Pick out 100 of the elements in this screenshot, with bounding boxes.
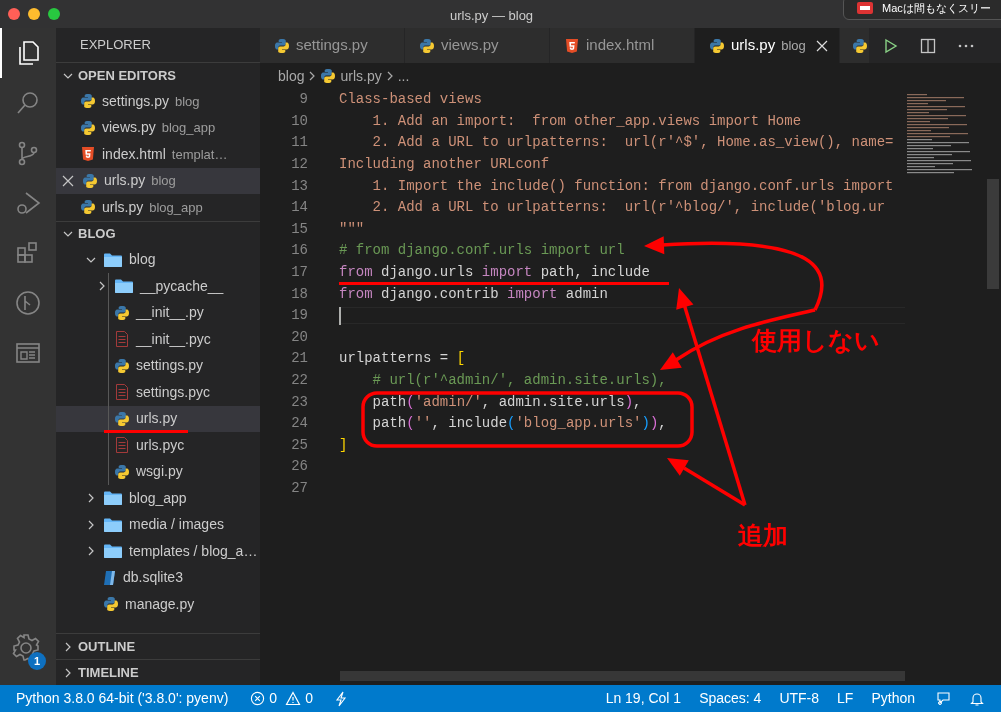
tab-label: views.py (441, 35, 499, 56)
line-number: 11 (290, 133, 308, 153)
tree-item[interactable]: db.sqlite3 (56, 564, 260, 591)
file-name: __pycache__ (140, 276, 224, 296)
code-line: 2. Add a URL to urlpatterns: url(r'^blog/', include('blog.ur (371, 199, 886, 217)
file-name: settings.pyc (136, 382, 210, 402)
lightning-icon[interactable] (334, 690, 347, 707)
python-file-icon (274, 37, 290, 54)
line-number: 16 (290, 241, 308, 261)
folder-icon (114, 278, 134, 295)
run-icon[interactable] (882, 37, 898, 54)
open-editor-item[interactable]: urls.py blog (56, 167, 260, 194)
python-file-icon (103, 596, 119, 613)
line-number: 24 (290, 414, 308, 434)
file-path-hint: templat… (171, 145, 228, 164)
code-line: 1. Import the include() function: from django.conf.urls import (371, 177, 894, 195)
cursor-position[interactable]: Ln 19, Col 1 (605, 688, 682, 709)
tree-item[interactable]: wsgi.py (56, 458, 260, 485)
breadcrumb-item[interactable]: ... (397, 65, 410, 87)
annotation-label: 追加 (738, 520, 788, 552)
line-number: 22 (290, 371, 308, 390)
python-file-icon (114, 410, 130, 427)
text-cursor (339, 306, 341, 325)
indentation-setting[interactable]: Spaces: 4 (699, 688, 762, 709)
database-file-icon (103, 569, 117, 586)
line-number: 20 (290, 327, 308, 347)
file-name: templates / blog_a… (129, 541, 258, 561)
open-editor-item[interactable]: urls.py blog_app (56, 194, 260, 221)
tab-label: urls.py (731, 35, 776, 56)
line-ending-setting[interactable]: LF (837, 688, 854, 709)
settings-icon[interactable] (10, 632, 42, 664)
open-editor-item[interactable]: views.py blog_app (56, 114, 260, 141)
file-name: __init__.pyc (136, 329, 211, 349)
tree-item[interactable]: urls.py (56, 405, 260, 432)
html-file-icon (80, 146, 96, 163)
file-path-hint: blog (151, 172, 176, 190)
chevron-right-icon (385, 70, 394, 82)
file-name: blog_app (129, 488, 187, 508)
python-interpreter[interactable]: Python 3.8.0 64-bit ('3.8.0': pyenv) (16, 688, 229, 709)
editor-tab[interactable]: settings.py (260, 28, 405, 63)
code-line: """ (339, 220, 365, 238)
file-name: urls.py (104, 171, 146, 191)
html-file-icon (564, 37, 580, 54)
scrollbar-thumb[interactable] (987, 179, 999, 289)
tree-item[interactable]: settings.py (56, 352, 260, 379)
tree-item[interactable]: __init__.py (56, 299, 260, 326)
python-file-icon (320, 68, 337, 84)
minimize-window-button[interactable] (28, 8, 40, 20)
editor-tab[interactable] (840, 28, 870, 63)
code-line: 1. Add an import: from other_app.views import Home (371, 112, 802, 130)
code-line: path('', include('blog_app.urls')), (371, 415, 667, 433)
tree-item[interactable]: blog (56, 246, 260, 273)
tree-item[interactable]: __init__.pyc (56, 326, 260, 353)
chevron-right-icon (308, 70, 317, 82)
line-number: 17 (290, 263, 308, 283)
error-icon (250, 691, 266, 706)
tree-item[interactable]: blog_app (56, 485, 260, 512)
section-label: OPEN EDITORS (78, 66, 176, 85)
code-line: Class-based views (339, 91, 482, 109)
tree-item[interactable]: __pycache__ (56, 273, 260, 300)
binary-file-icon (114, 436, 130, 455)
close-window-button[interactable] (8, 8, 20, 20)
tree-item[interactable]: urls.pyc (56, 432, 260, 459)
breadcrumb-item[interactable]: urls.py (340, 65, 382, 87)
tree-item[interactable]: settings.pyc (56, 379, 260, 406)
battery-alert-icon (856, 1, 874, 15)
line-number: 26 (290, 457, 308, 477)
tree-item[interactable]: templates / blog_a… (56, 538, 260, 565)
split-editor-icon[interactable] (920, 37, 936, 54)
tree-item[interactable]: manage.py (56, 591, 260, 618)
feedback-icon[interactable] (935, 690, 951, 707)
more-actions-icon[interactable] (958, 43, 974, 48)
language-mode[interactable]: Python (871, 688, 915, 709)
notification[interactable]: Macは間もなくスリー (843, 0, 1001, 20)
binary-file-icon (114, 330, 130, 349)
line-number: 27 (290, 479, 308, 498)
scrollbar-thumb[interactable] (340, 671, 905, 681)
code-line: path('admin/', admin.site.urls), (371, 393, 642, 411)
notifications-icon[interactable] (969, 690, 985, 707)
sidebar-title: EXPLORER (79, 36, 152, 55)
line-number: 13 (290, 176, 308, 196)
close-icon[interactable] (815, 39, 828, 52)
zoom-window-button[interactable] (48, 8, 60, 20)
python-file-icon (80, 199, 96, 216)
problems-indicator[interactable]: 0 0 (250, 688, 313, 709)
editor-tab[interactable]: views.py (405, 28, 550, 63)
open-editor-item[interactable]: settings.py blog (56, 88, 260, 115)
code-line: from django.urls import path, include (339, 264, 650, 282)
tab-description: blog (781, 36, 806, 55)
folder-icon (103, 543, 123, 560)
editor-tab[interactable]: index.html (550, 28, 695, 63)
line-number: 23 (290, 392, 308, 412)
close-icon[interactable] (62, 174, 74, 187)
open-editor-item[interactable]: index.html templat… (56, 141, 260, 168)
breadcrumb-item[interactable]: blog (278, 65, 305, 87)
error-count: 0 (269, 689, 278, 708)
encoding-setting[interactable]: UTF-8 (779, 688, 820, 709)
line-number: 19 (290, 306, 308, 326)
tree-item[interactable]: media / images (56, 511, 260, 538)
editor-tab[interactable]: urls.py blog (695, 28, 840, 63)
